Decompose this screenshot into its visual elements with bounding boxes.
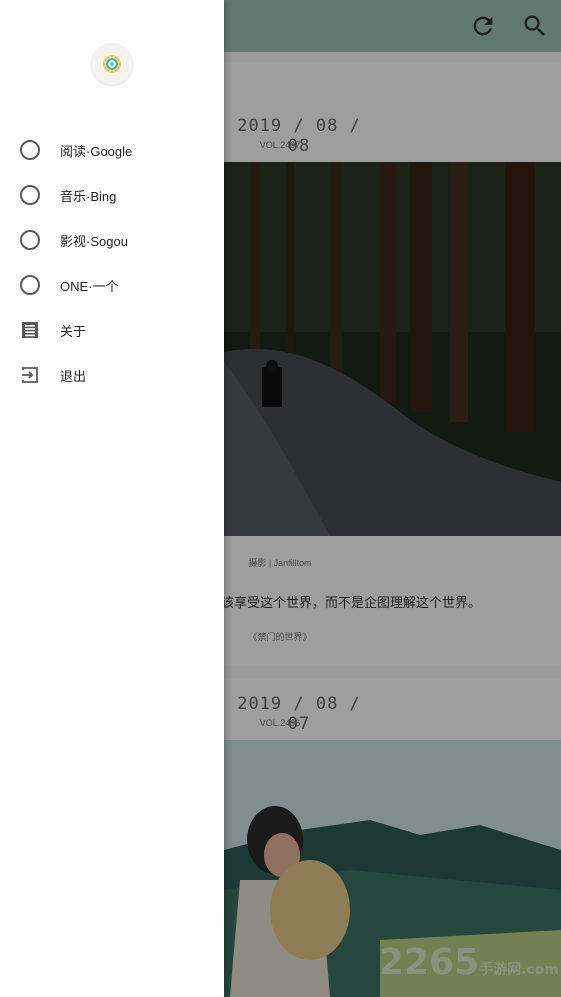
drawer-item-one[interactable]: ONE·一个	[0, 263, 224, 308]
drawer-item-video-sogou[interactable]: 影视·Sogou	[0, 218, 224, 263]
app-logo	[91, 43, 133, 85]
drawer-item-music-bing[interactable]: 音乐·Bing	[0, 173, 224, 218]
drawer-item-label: 影视·Sogou	[60, 234, 128, 249]
radio-unchecked-icon[interactable]	[20, 230, 40, 250]
radio-unchecked-icon[interactable]	[20, 140, 40, 160]
drawer-item-read-google[interactable]: 阅读·Google	[0, 128, 224, 173]
drawer-item-label: 阅读·Google	[60, 144, 133, 159]
drawer-item-label: 音乐·Bing	[60, 189, 117, 204]
spiral-logo-icon	[103, 55, 121, 73]
drawer-item-label: 关于	[60, 324, 87, 339]
drawer-item-exit[interactable]: 退出	[0, 353, 224, 398]
drawer-item-about[interactable]: 关于	[0, 308, 224, 353]
radio-unchecked-icon[interactable]	[20, 275, 40, 295]
drawer-item-label: 退出	[60, 369, 87, 384]
drawer-item-label: ONE·一个	[60, 279, 119, 294]
radio-unchecked-icon[interactable]	[20, 185, 40, 205]
exit-icon	[22, 367, 38, 383]
document-icon	[22, 322, 38, 338]
navigation-drawer: 阅读·Google 音乐·Bing 影视·Sogou ONE·一个 关于 退出	[0, 0, 224, 997]
